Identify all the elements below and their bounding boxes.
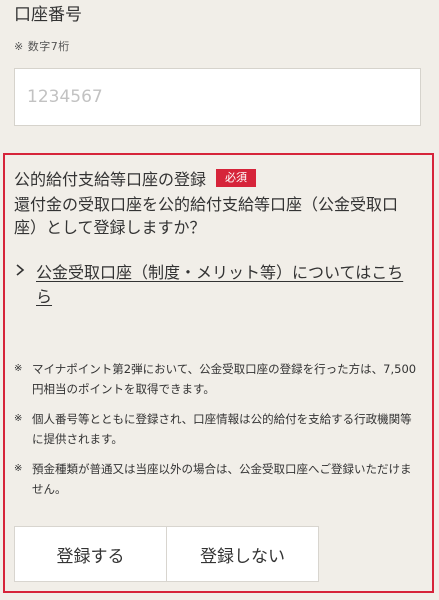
note-mark: ※ <box>14 463 23 474</box>
register-button[interactable]: 登録する <box>14 526 167 582</box>
account-number-note: ※ 数字7桁 <box>14 40 70 53</box>
required-badge: 必須 <box>216 169 257 187</box>
note-text: 預金種類が普通又は当座以外の場合は、公金受取口座へご登録いただけません。 <box>32 462 412 496</box>
kokin-section-title: 公的給付支給等口座の登録 <box>14 170 207 189</box>
registration-question: 還付金の受取口座を公的給付支給等口座（公金受取口座）として登録しますか？ <box>14 195 399 237</box>
kokin-info-link-row[interactable]: 公金受取口座（制度・メリット等）についてはこちら <box>14 261 419 309</box>
note-text: 個人番号等とともに登録され、口座情報は公的給付を支給する行政機関等に提供されます… <box>32 412 412 446</box>
note-mark: ※ <box>14 413 23 424</box>
note-mark: ※ <box>14 363 23 374</box>
account-number-label: 口座番号 <box>14 5 82 25</box>
note-item: ※ 預金種類が普通又は当座以外の場合は、公金受取口座へご登録いただけません。 <box>14 459 419 499</box>
note-item: ※ 個人番号等とともに登録され、口座情報は公的給付を支給する行政機関等に提供され… <box>14 409 419 449</box>
note-text: マイナポイント第2弾において、公金受取口座の登録を行った方は、7,500円相当の… <box>32 362 417 396</box>
account-number-section: 口座番号 ※ 数字7桁 <box>14 4 424 54</box>
note-item: ※ マイナポイント第2弾において、公金受取口座の登録を行った方は、7,500円相… <box>14 359 419 399</box>
account-number-input[interactable] <box>14 68 421 126</box>
chevron-right-icon <box>14 261 34 283</box>
kokin-info-link[interactable]: 公金受取口座（制度・メリット等）についてはこちら <box>36 261 411 309</box>
notes-list: ※ マイナポイント第2弾において、公金受取口座の登録を行った方は、7,500円相… <box>14 359 419 509</box>
registration-choice-buttons: 登録する 登録しない <box>14 526 319 582</box>
kokin-section-header: 公的給付支給等口座の登録 必須 <box>14 166 257 190</box>
do-not-register-button[interactable]: 登録しない <box>167 526 319 582</box>
